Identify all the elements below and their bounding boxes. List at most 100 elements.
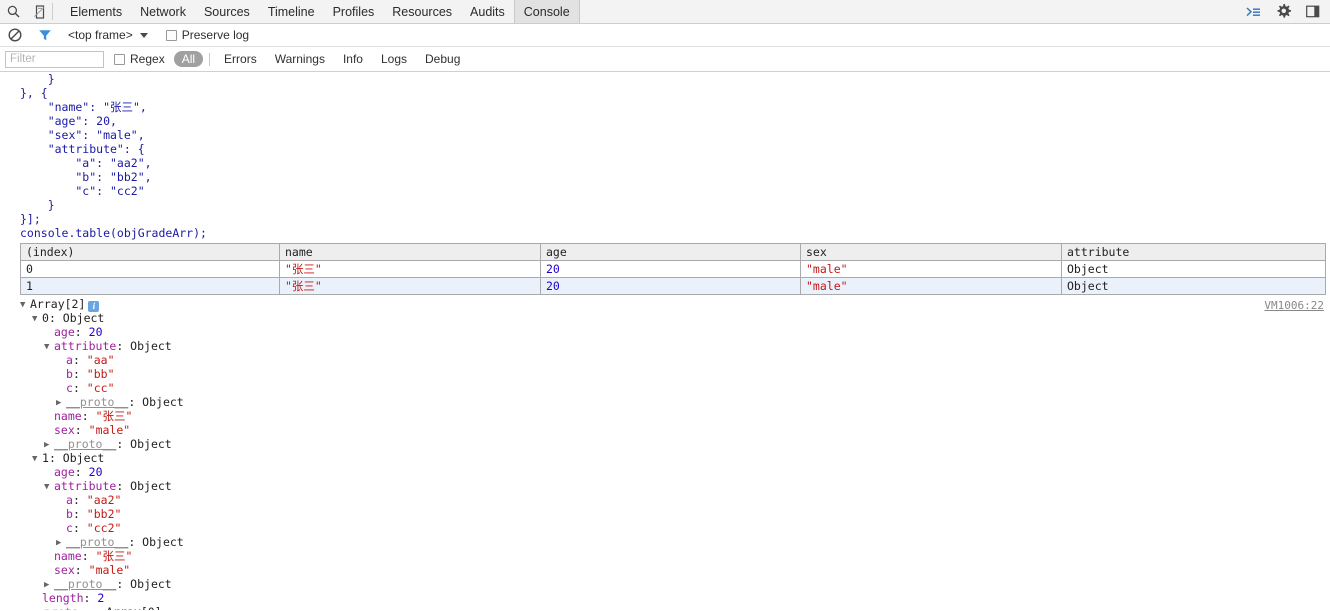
tab-console[interactable]: Console [513, 0, 580, 23]
disclosure-triangle-open-icon[interactable]: ▼ [32, 312, 42, 326]
frame-selector[interactable]: <top frame> [68, 28, 148, 42]
tree-node[interactable]: ▶c: "cc" [20, 381, 1330, 395]
disclosure-triangle-open-icon[interactable]: ▼ [32, 452, 42, 466]
column-header-age[interactable]: age [540, 243, 801, 261]
source-link[interactable]: VM1006:22 [1264, 299, 1324, 313]
column-header-sex[interactable]: sex [800, 243, 1062, 261]
cell-index: 1 [20, 277, 280, 295]
tree-node[interactable]: ▶name: "张三" [20, 549, 1330, 563]
filter-input[interactable] [5, 50, 104, 68]
console-toolbar-filter: Regex All Errors Warnings Info Logs Debu… [0, 47, 1330, 72]
regex-toggle[interactable]: Regex [114, 52, 165, 66]
tree-node[interactable]: ▶length: 2 [20, 591, 1330, 605]
cell-name: "张三" [279, 277, 541, 295]
tree-node[interactable]: ▶age: 20 [20, 465, 1330, 479]
tab-label: Elements [70, 4, 123, 19]
clear-console-icon[interactable] [0, 28, 30, 42]
column-header-attribute[interactable]: attribute [1061, 243, 1326, 261]
tree-node[interactable]: ▶ __proto__: Object [20, 535, 1330, 549]
preserve-log-toggle[interactable]: Preserve log [165, 28, 250, 42]
tree-node[interactable]: ▼ attribute: Object [20, 479, 1330, 493]
tree-node-key: b [66, 367, 73, 381]
tab-label: Network [140, 4, 186, 19]
tab-profiles[interactable]: Profiles [324, 0, 384, 23]
tree-node[interactable]: ▶name: "张三" [20, 409, 1330, 423]
tree-node[interactable]: ▶age: 20 [20, 325, 1330, 339]
tree-node-separator: : [48, 311, 63, 325]
tree-node[interactable]: ▶b: "bb" [20, 367, 1330, 381]
tree-node-value: Object [142, 395, 184, 409]
tab-label: Audits [470, 4, 505, 19]
regex-checkbox[interactable] [114, 53, 125, 65]
disclosure-triangle-closed-icon[interactable]: ▶ [44, 438, 54, 452]
tree-node[interactable]: ▶b: "bb2" [20, 507, 1330, 521]
table-row[interactable]: 0 "张三" 20 "male" Object [20, 260, 1326, 278]
preserve-log-checkbox[interactable] [165, 29, 177, 41]
device-toolbar-icon[interactable] [26, 0, 52, 23]
tree-node[interactable]: ▶ __proto__: Object [20, 395, 1330, 409]
disclosure-triangle-closed-icon[interactable]: ▶ [56, 536, 66, 550]
tree-node[interactable]: ▶ __proto__: Object [20, 577, 1330, 591]
console-drawer-icon[interactable] [1238, 6, 1268, 18]
tree-node[interactable]: ▶a: "aa" [20, 353, 1330, 367]
object-tree: ▼Array[2]i▼0: Object▶age: 20▼attribute: … [0, 297, 1330, 610]
tree-node[interactable]: ▼ attribute: Object [20, 339, 1330, 353]
tree-node[interactable]: ▶a: "aa2" [20, 493, 1330, 507]
column-header-name[interactable]: name [279, 243, 541, 261]
tree-node-value: 2 [97, 591, 105, 605]
tabbar-right-icons [1238, 0, 1330, 23]
tree-node[interactable]: ▼ 0: Object [20, 311, 1330, 325]
level-filter-errors[interactable]: Errors [216, 51, 265, 67]
level-filter-logs[interactable]: Logs [373, 51, 415, 67]
disclosure-triangle-closed-icon[interactable]: ▶ [20, 606, 30, 610]
tree-node[interactable]: ▶c: "cc2" [20, 521, 1330, 535]
table-row[interactable]: 1 "张三" 20 "male" Object [20, 277, 1326, 295]
dock-side-icon[interactable] [1298, 5, 1328, 18]
tab-elements[interactable]: Elements [61, 0, 131, 23]
tree-node-key: Array[2] [30, 297, 86, 311]
tree-node[interactable]: ▶sex: "male" [20, 563, 1330, 577]
tab-timeline[interactable]: Timeline [259, 0, 324, 23]
tree-node[interactable]: ▼ Array[2] i [20, 297, 1330, 312]
disclosure-triangle-closed-icon[interactable]: ▶ [56, 396, 66, 410]
tree-node[interactable]: ▶sex: "male" [20, 423, 1330, 437]
filter-funnel-icon[interactable] [30, 28, 60, 42]
tree-indent-spacer: ▶ [56, 494, 66, 508]
tree-node-key: __proto__ [30, 605, 92, 610]
tree-node-separator: : [74, 423, 89, 437]
disclosure-triangle-open-icon[interactable]: ▼ [44, 480, 54, 494]
tree-node-key: attribute [54, 479, 117, 493]
disclosure-triangle-closed-icon[interactable]: ▶ [44, 578, 54, 592]
level-filter-all[interactable]: All [173, 51, 204, 67]
tree-node[interactable]: ▼ 1: Object [20, 451, 1330, 465]
tree-node-separator: : [128, 535, 143, 549]
level-filter-warnings[interactable]: Warnings [267, 51, 333, 67]
disclosure-triangle-open-icon[interactable]: ▼ [20, 298, 30, 312]
disclosure-triangle-open-icon[interactable]: ▼ [44, 340, 54, 354]
cell-index: 0 [20, 260, 280, 278]
tree-indent-spacer: ▶ [32, 592, 42, 606]
level-filter-info[interactable]: Info [335, 51, 371, 67]
regex-label: Regex [130, 52, 165, 66]
tree-node-separator: : [92, 605, 106, 610]
tree-node-value: "cc" [86, 381, 115, 395]
column-header-index[interactable]: (index) [20, 243, 280, 261]
search-icon[interactable] [0, 0, 26, 23]
tab-sources[interactable]: Sources [195, 0, 259, 23]
tree-node[interactable]: ▶ __proto__: Object [20, 437, 1330, 451]
tree-indent-spacer: ▶ [44, 550, 54, 564]
console-output[interactable]: } }, { "name": "张三", "age": 20, "sex": "… [0, 72, 1330, 610]
tab-network[interactable]: Network [131, 0, 195, 23]
tree-node[interactable]: ▶__proto__: Array[0] [20, 605, 1330, 610]
tree-node-value: 20 [88, 325, 103, 339]
tree-node-key: name [54, 549, 82, 563]
level-filter-debug[interactable]: Debug [417, 51, 468, 67]
tabbar-divider [52, 3, 53, 20]
tab-audits[interactable]: Audits [461, 0, 514, 23]
preserve-log-label: Preserve log [181, 28, 250, 42]
echoed-code: } }, { "name": "张三", "age": 20, "sex": "… [20, 72, 207, 240]
tab-resources[interactable]: Resources [383, 0, 461, 23]
settings-gear-icon[interactable] [1268, 4, 1298, 19]
tree-indent-spacer: ▶ [56, 522, 66, 536]
tree-node-value: Object [62, 451, 105, 465]
